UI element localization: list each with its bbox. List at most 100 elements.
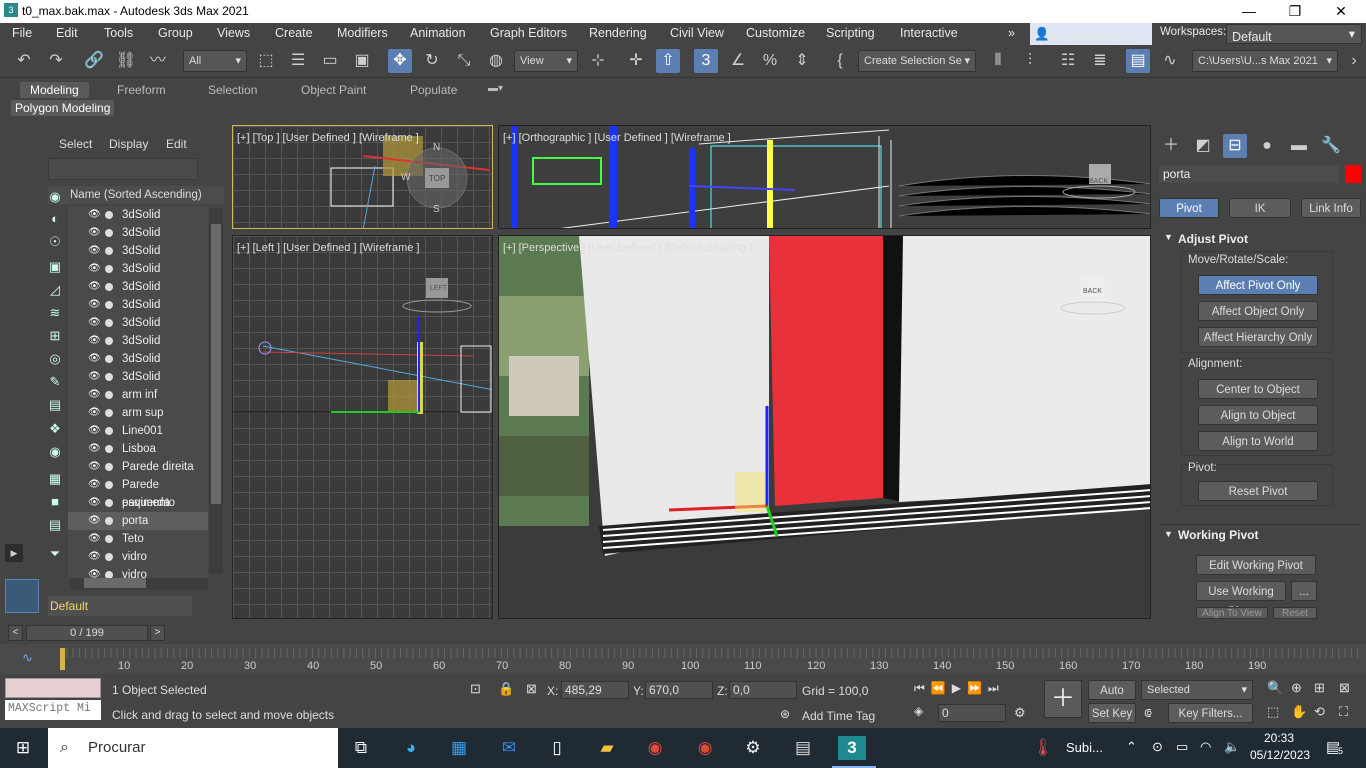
absolute-mode-icon[interactable]: ⊠ <box>526 681 537 697</box>
task-view-icon[interactable]: ⧉ <box>348 736 374 760</box>
toolbar-more-icon[interactable]: › <box>1342 49 1366 73</box>
layer-field[interactable]: Default <box>48 596 192 616</box>
eye-icon[interactable]: 👁 <box>88 260 101 278</box>
render-dot-icon[interactable] <box>105 445 113 453</box>
tab-pivot[interactable]: Pivot <box>1159 198 1219 218</box>
network-app-icon[interactable]: ▤ <box>790 736 816 760</box>
set-key-button[interactable]: Set Key <box>1088 703 1136 723</box>
list-item[interactable]: 👁 vidro <box>68 548 208 566</box>
center-to-object-button[interactable]: Center to Object <box>1198 379 1318 399</box>
align-to-object-button[interactable]: Align to Object <box>1198 405 1318 425</box>
windows-start-icon[interactable]: ⊞ <box>10 736 36 760</box>
list-item[interactable]: 👁 3dSolid <box>68 242 208 260</box>
tab-selection[interactable]: Selection <box>208 83 257 97</box>
tab-freeform[interactable]: Freeform <box>117 83 166 97</box>
list-item[interactable]: 👁 3dSolid <box>68 260 208 278</box>
display-all-icon[interactable]: ◉ <box>45 188 65 206</box>
scene-search-input[interactable] <box>48 158 198 180</box>
align-to-view-button[interactable]: Align To View <box>1196 607 1268 619</box>
list-item-selected[interactable]: 👁 porta <box>68 512 208 530</box>
list-item[interactable]: 👁 3dSolid <box>68 332 208 350</box>
list-item[interactable]: 👁 Parede esquerda <box>68 476 208 509</box>
zoom-icon[interactable]: 🔍 <box>1267 680 1283 696</box>
render-dot-icon[interactable] <box>105 553 113 561</box>
menu-civil-view[interactable]: Civil View <box>670 26 724 40</box>
adjust-pivot-rollout[interactable]: Adjust Pivot <box>1178 232 1248 246</box>
select-rotate-icon[interactable]: ↻ <box>420 49 444 73</box>
project-path-select[interactable]: C:\Users\U...s Max 2021 ▾ <box>1192 50 1338 72</box>
tab-modeling[interactable]: Modeling <box>20 82 89 98</box>
column-header[interactable]: Name (Sorted Ascending) <box>48 186 224 204</box>
cameras-filter-icon[interactable]: ◿ <box>45 281 65 299</box>
maximize-viewport-icon[interactable]: ⛶ <box>1339 704 1348 720</box>
key-mode-icon[interactable]: ◈ <box>914 704 923 718</box>
file-explorer-icon[interactable]: ▰ <box>594 736 620 760</box>
reset-pivot-button[interactable]: Reset Pivot <box>1198 481 1318 501</box>
unlink-icon[interactable]: ⛓ <box>114 49 138 73</box>
eye-icon[interactable]: 👁 <box>88 314 101 332</box>
tab-link-info[interactable]: Link Info <box>1301 198 1361 218</box>
window-crossing-icon[interactable]: ▣ <box>350 49 374 73</box>
keyboard-shortcut-icon[interactable]: ⇧ <box>656 49 680 73</box>
time-slider[interactable]: 0 / 199 <box>26 625 148 641</box>
z-coordinate-field[interactable]: 0,0 <box>729 681 797 699</box>
menu-interactive[interactable]: Interactive <box>900 26 958 40</box>
utilities-icon[interactable]: 🔧 <box>1319 134 1343 158</box>
wifi-icon[interactable]: ◠ <box>1200 739 1211 755</box>
menu-graph-editors[interactable]: Graph Editors <box>490 26 567 40</box>
orbit-icon[interactable]: ⟲ <box>1314 704 1325 720</box>
menu-tools[interactable]: Tools <box>104 26 133 40</box>
track-bar[interactable]: ∿ 10 20 30 40 50 60 70 80 90 100 110 120… <box>0 644 1366 674</box>
x-coordinate-field[interactable]: 485,29 <box>561 681 629 699</box>
isolate-icon[interactable]: ⊡ <box>470 681 481 697</box>
containers-filter-icon[interactable]: ❖ <box>45 420 65 438</box>
select-scale-icon[interactable]: ⤡ <box>452 49 476 73</box>
eye-icon[interactable]: 👁 <box>88 224 101 242</box>
layout-grid-icon[interactable] <box>5 579 39 613</box>
list-item[interactable]: 👁 3dSolid <box>68 368 208 386</box>
tab-ik[interactable]: IK <box>1229 198 1291 218</box>
eye-icon[interactable]: 👁 <box>88 494 101 512</box>
scene-tab-select[interactable]: Select <box>59 137 92 151</box>
viewport-label[interactable]: [+] [Orthographic ] [User Defined ] [Wir… <box>503 132 731 144</box>
weather-icon[interactable]: 🌡 <box>1030 736 1056 760</box>
list-item[interactable]: 👁 pavimento <box>68 494 208 512</box>
eye-icon[interactable]: 👁 <box>88 512 101 530</box>
minimize-button[interactable]: — <box>1226 0 1272 23</box>
store-icon[interactable]: ▦ <box>446 736 472 760</box>
percent-snap-icon[interactable]: % <box>758 49 782 73</box>
list-item[interactable]: 👁 Parede direita <box>68 458 208 476</box>
link-icon[interactable]: 🔗 <box>82 49 106 73</box>
tab-object-paint[interactable]: Object Paint <box>301 83 366 97</box>
viewport-left[interactable]: [+] [Left ] [User Defined ] [Wireframe ]… <box>232 235 493 619</box>
menu-modifiers[interactable]: Modifiers <box>337 26 388 40</box>
render-dot-icon[interactable] <box>105 229 113 237</box>
menu-file[interactable]: File <box>12 26 32 40</box>
eye-icon[interactable]: 👁 <box>88 332 101 350</box>
render-dot-icon[interactable] <box>105 463 113 471</box>
hidden-filter-icon[interactable]: ▦ <box>45 470 65 488</box>
render-dot-icon[interactable] <box>105 535 113 543</box>
scroll-thumb[interactable] <box>211 224 221 504</box>
auto-key-button[interactable]: Auto Key <box>1088 680 1136 717</box>
menu-customize[interactable]: Customize <box>746 26 805 40</box>
helpers-filter-icon[interactable]: ≋ <box>45 304 65 322</box>
align-icon[interactable]: ⫶ <box>1018 49 1042 73</box>
pivot-center-icon[interactable]: ⊹ <box>586 49 610 73</box>
maxscript-listener-output[interactable] <box>5 678 101 698</box>
expand-arrow-icon[interactable]: ▶ <box>5 544 23 562</box>
list-item[interactable]: 👁 3dSolid <box>68 278 208 296</box>
hierarchy-icon[interactable]: ⊟ <box>1223 134 1247 158</box>
render-dot-icon[interactable] <box>105 391 113 399</box>
key-selection-select[interactable]: Selected ▾ <box>1141 680 1253 700</box>
ribbon-options-icon[interactable]: ▬▾ <box>488 83 503 94</box>
menu-more[interactable]: » <box>1008 26 1015 40</box>
menu-scripting[interactable]: Scripting <box>826 26 875 40</box>
collapse-arrow-icon[interactable]: ▼ <box>1164 232 1173 242</box>
render-dot-icon[interactable] <box>105 265 113 273</box>
eye-icon[interactable]: 👁 <box>88 278 101 296</box>
mirror-icon[interactable]: ⫴ <box>986 49 1010 73</box>
eye-icon[interactable]: 👁 <box>88 440 101 458</box>
render-dot-icon[interactable] <box>105 373 113 381</box>
menu-group[interactable]: Group <box>158 26 193 40</box>
